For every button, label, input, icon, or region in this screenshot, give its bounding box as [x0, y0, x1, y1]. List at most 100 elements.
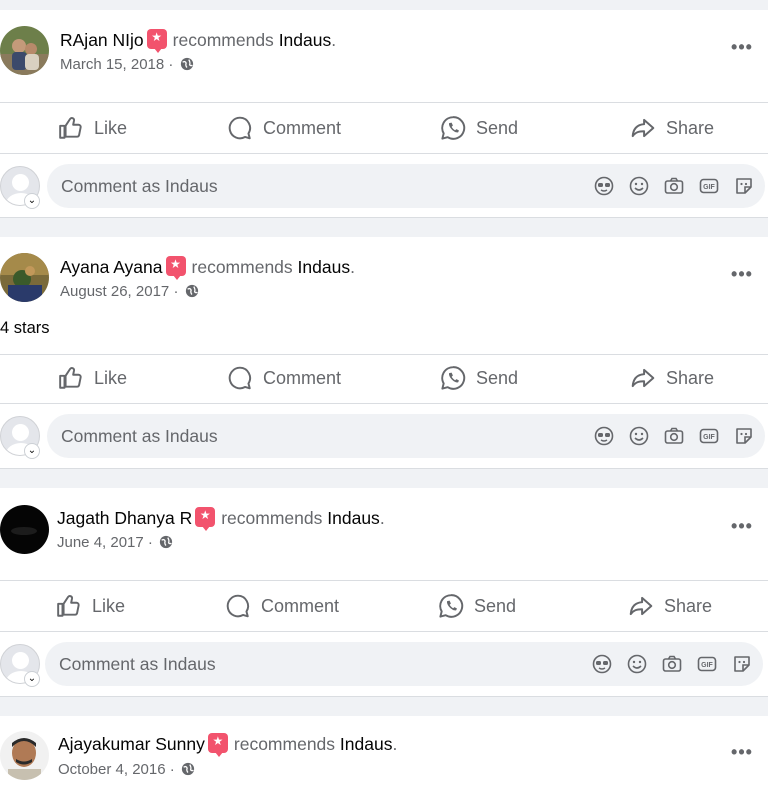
recommend-badge-icon: [146, 29, 167, 53]
post-header: RAjan NIjo recommends Indaus. March 15, 2…: [0, 10, 768, 75]
post-date[interactable]: June 4, 2017: [57, 534, 144, 551]
post-title-line: Ajayakumar Sunny recommends Indaus.: [58, 733, 398, 757]
author-name[interactable]: Ajayakumar Sunny: [58, 734, 205, 754]
more-options-icon[interactable]: •••: [730, 37, 754, 61]
send-button[interactable]: Send: [440, 103, 518, 153]
avatar[interactable]: [0, 26, 49, 75]
meta-separator: ·: [168, 56, 174, 73]
globe-icon: [185, 284, 198, 298]
post-header: Jagath Dhanya R recommends Indaus. June 4…: [0, 488, 768, 554]
like-label: Like: [92, 595, 126, 616]
post-date[interactable]: March 15, 2018: [60, 56, 164, 73]
chevron-down-icon[interactable]: ⌄: [24, 193, 40, 209]
share-icon: [631, 118, 655, 138]
send-label: Send: [476, 367, 519, 388]
action-bar: Like Comment Send Share: [0, 103, 768, 153]
comment-icon: [228, 116, 251, 140]
comment-button[interactable]: Comment: [225, 581, 339, 631]
post-3: Jagath Dhanya R recommends Indaus. June 4…: [0, 488, 768, 697]
emoji-icon[interactable]: [626, 653, 648, 675]
avatar[interactable]: [0, 731, 49, 780]
author-name[interactable]: Jagath Dhanya R: [57, 508, 192, 528]
recommend-text: recommends: [221, 508, 323, 528]
globe-icon: [159, 535, 173, 549]
comment-tools: GIF: [593, 175, 755, 197]
like-button[interactable]: Like: [56, 581, 125, 631]
comment-label: Comment: [263, 117, 342, 138]
sticker-icon[interactable]: [733, 175, 755, 197]
page-name[interactable]: Indaus: [340, 734, 393, 754]
post-title-line: Ayana Ayana recommends Indaus.: [60, 256, 355, 280]
avatar[interactable]: [0, 253, 49, 302]
chevron-down-icon[interactable]: ⌄: [24, 443, 40, 459]
chevron-down-icon[interactable]: ⌄: [24, 671, 40, 687]
gif-icon[interactable]: GIF: [696, 653, 718, 675]
comment-label: Comment: [263, 367, 342, 388]
avatar-sticker-icon[interactable]: [591, 653, 613, 675]
comment-box[interactable]: GIF: [47, 414, 765, 458]
comment-tools: GIF: [593, 425, 755, 447]
avatar[interactable]: [0, 505, 49, 554]
messenger-send-icon: [441, 116, 466, 140]
recommend-text: recommends: [233, 734, 336, 754]
messenger-send-icon: [439, 594, 464, 618]
comment-input[interactable]: [61, 164, 561, 208]
like-button[interactable]: Like: [58, 103, 127, 153]
emoji-icon[interactable]: [628, 175, 650, 197]
post-1: RAjan NIjo recommends Indaus. March 15, 2…: [0, 10, 768, 218]
recommend-text: recommends: [191, 257, 293, 277]
post-2: Ayana Ayana recommends Indaus. August 26,…: [0, 237, 768, 469]
comment-button[interactable]: Comment: [227, 103, 341, 153]
post-title-line: Jagath Dhanya R recommends Indaus.: [57, 507, 385, 531]
camera-icon[interactable]: [663, 175, 685, 197]
page-name[interactable]: Indaus: [298, 257, 351, 277]
sticker-icon[interactable]: [733, 425, 755, 447]
sticker-icon[interactable]: [731, 653, 753, 675]
action-bar: Like Comment Send Share: [0, 581, 768, 631]
share-button[interactable]: Share: [630, 103, 714, 153]
recommend-badge-icon: [195, 507, 216, 531]
share-button[interactable]: Share: [628, 581, 712, 631]
page-name[interactable]: Indaus: [327, 508, 380, 528]
title-punct: .: [331, 30, 337, 50]
author-name[interactable]: Ayana Ayana: [60, 257, 163, 277]
comment-box[interactable]: GIF: [47, 164, 765, 208]
gif-icon[interactable]: GIF: [698, 175, 720, 197]
share-button[interactable]: Share: [630, 353, 714, 403]
send-button[interactable]: Send: [438, 581, 516, 631]
like-icon: [57, 595, 80, 617]
post-4: Ajayakumar Sunny recommends Indaus. Octob…: [0, 716, 768, 812]
avatar-sticker-icon[interactable]: [593, 425, 615, 447]
camera-icon[interactable]: [661, 653, 683, 675]
share-icon: [631, 368, 655, 388]
like-button[interactable]: Like: [58, 353, 127, 403]
author-name[interactable]: RAjan NIjo: [60, 30, 144, 50]
page-name[interactable]: Indaus: [279, 30, 332, 50]
post-meta: August 26, 2017 ·: [60, 283, 199, 300]
more-options-icon[interactable]: •••: [730, 516, 754, 540]
more-options-icon[interactable]: •••: [730, 742, 754, 766]
comment-button[interactable]: Comment: [227, 353, 341, 403]
svg-text:GIF: GIF: [701, 662, 713, 669]
more-options-icon[interactable]: •••: [730, 264, 754, 288]
camera-icon[interactable]: [663, 425, 685, 447]
gif-icon[interactable]: GIF: [698, 425, 720, 447]
send-button[interactable]: Send: [440, 353, 518, 403]
recommend-badge-icon: [207, 733, 228, 757]
avatar-sticker-icon[interactable]: [593, 175, 615, 197]
title-punct: .: [392, 734, 398, 754]
emoji-icon[interactable]: [628, 425, 650, 447]
post-meta: October 4, 2016 ·: [58, 761, 195, 778]
like-icon: [59, 117, 82, 139]
recommend-badge-icon: [165, 256, 186, 280]
comment-box[interactable]: GIF: [45, 642, 763, 686]
comment-tools: GIF: [591, 653, 753, 675]
meta-separator: ·: [169, 761, 175, 778]
post-date[interactable]: August 26, 2017: [60, 283, 169, 300]
meta-separator: ·: [173, 283, 179, 300]
comment-icon: [226, 594, 249, 618]
post-date[interactable]: October 4, 2016: [58, 761, 166, 778]
send-label: Send: [476, 117, 519, 138]
comment-input[interactable]: [59, 642, 559, 686]
comment-input[interactable]: [61, 414, 561, 458]
